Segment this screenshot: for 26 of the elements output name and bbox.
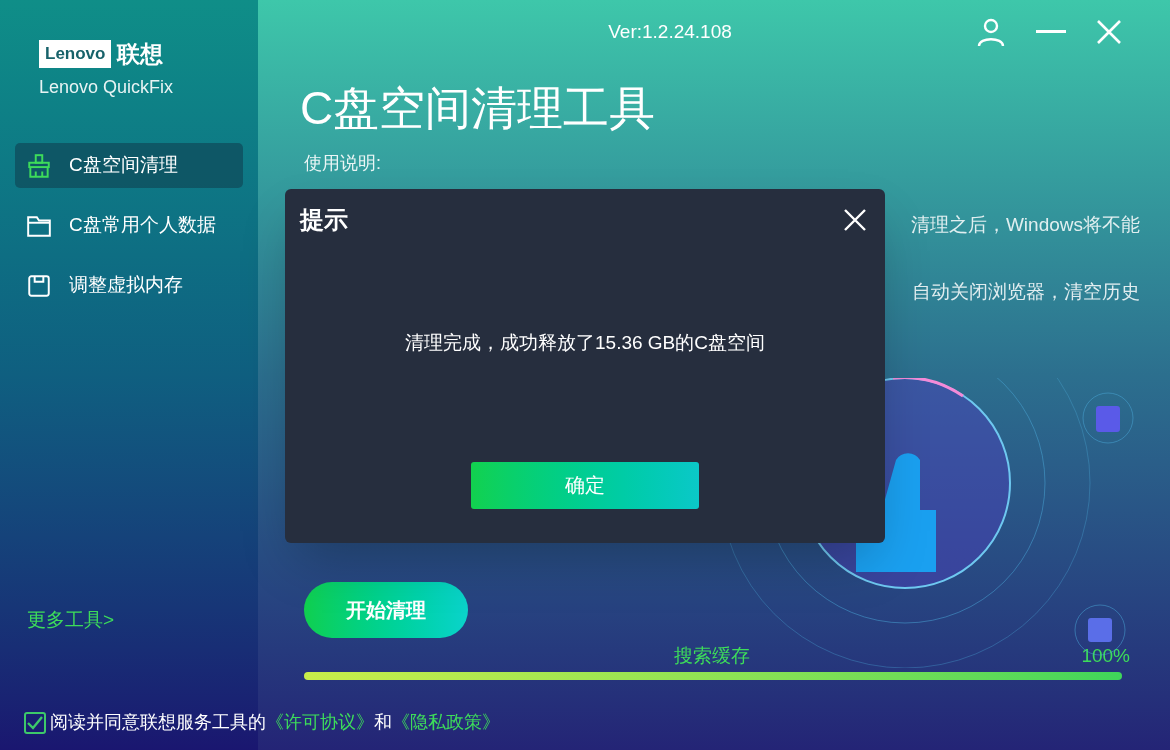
- logo-chinese-text: 联想: [117, 40, 164, 68]
- logo-wordmark: Lenovo: [39, 40, 112, 68]
- instruction-text: 清理之后，Windows将不能: [910, 213, 1140, 237]
- progress-percentage: 100%: [1081, 643, 1130, 668]
- save-icon: [25, 272, 53, 299]
- instructions-label: 使用说明:: [304, 152, 382, 175]
- dialog-title: 提示: [300, 205, 348, 235]
- agreement-text: 和: [374, 711, 392, 734]
- agreement-text: 阅读并同意联想服务工具的: [50, 711, 266, 734]
- broom-icon: [25, 152, 53, 179]
- version-label: Ver:1.2.24.108: [608, 19, 732, 44]
- page-title: C盘空间清理工具: [300, 81, 657, 136]
- product-name: Lenovo QuickFix: [39, 76, 175, 99]
- instruction-text: 自动关闭浏览器，清空历史: [912, 279, 1140, 304]
- license-agreement-link[interactable]: 《许可协议》: [266, 709, 374, 736]
- sidebar-item[interactable]: C盘空间清理: [15, 143, 243, 188]
- close-icon[interactable]: [843, 208, 867, 232]
- sidebar-item[interactable]: C盘常用个人数据: [15, 203, 243, 248]
- progress-label: 搜索缓存: [674, 643, 750, 668]
- agreement-checkbox[interactable]: [24, 711, 46, 734]
- more-tools-link[interactable]: 更多工具>: [27, 608, 115, 630]
- minimize-icon[interactable]: [1036, 30, 1066, 34]
- user-icon[interactable]: [976, 17, 1006, 47]
- sidebar-item[interactable]: 调整虚拟内存: [15, 263, 243, 308]
- privacy-policy-link[interactable]: 《隐私政策》: [392, 709, 500, 736]
- dialog-message: 清理完成，成功释放了15.36 GB的C盘空间: [405, 331, 765, 355]
